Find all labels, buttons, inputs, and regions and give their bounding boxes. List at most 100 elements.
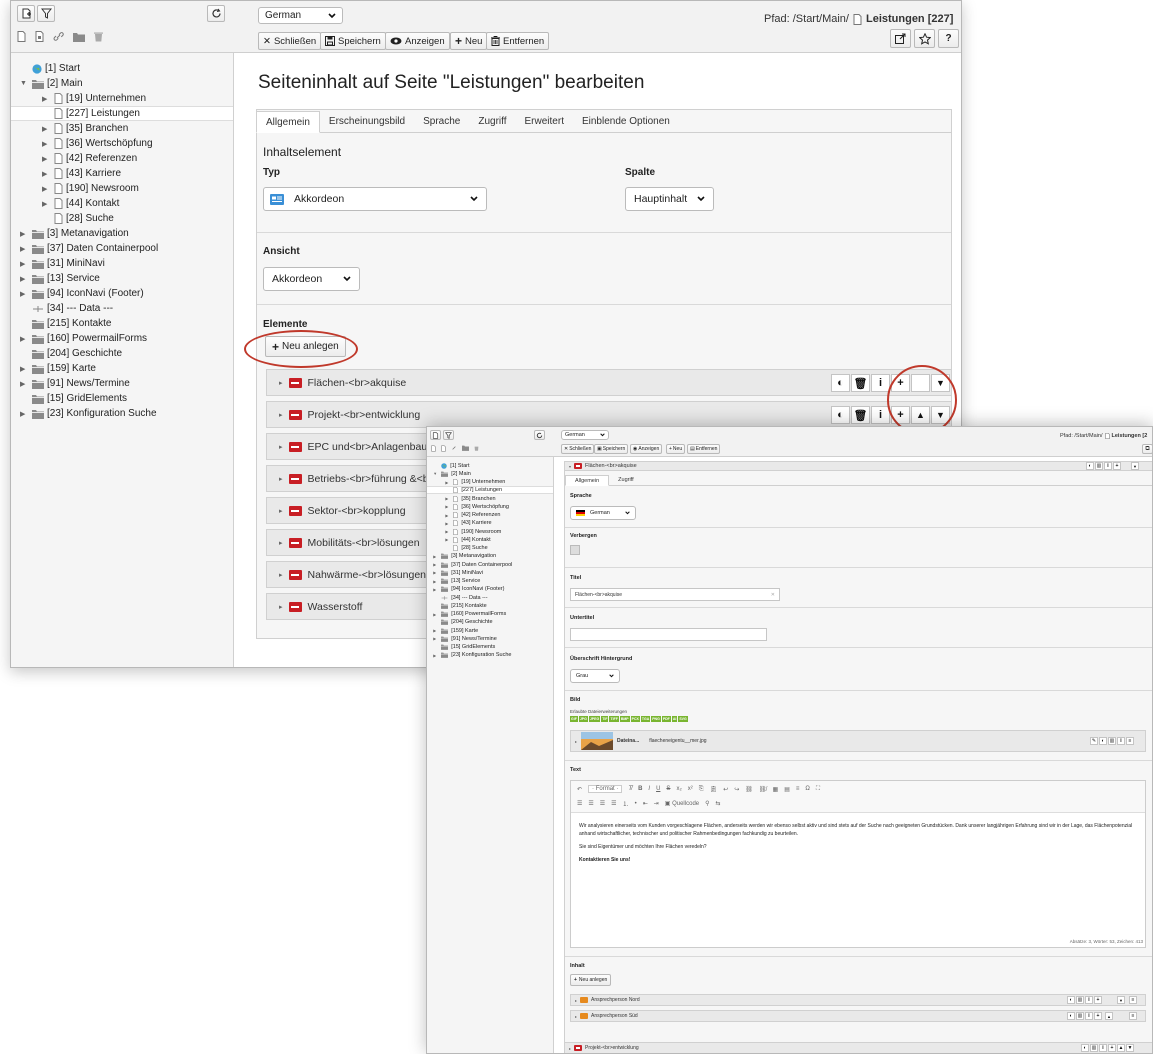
add-icon[interactable]: + xyxy=(1113,462,1121,470)
tree-node[interactable]: ▼ [2] Main xyxy=(430,470,471,478)
page-link-icon[interactable] xyxy=(451,445,457,451)
new-button[interactable]: + Neu xyxy=(666,444,686,454)
page-type-icon[interactable] xyxy=(17,31,26,42)
delete-button[interactable]: Entfernen xyxy=(486,32,550,50)
rte-link-icon[interactable]: ⛓︎ xyxy=(745,786,753,793)
tree-node[interactable]: ▶ [190] Newsroom xyxy=(430,527,501,535)
tree-toggle-icon[interactable]: ▶ xyxy=(42,170,51,178)
tree-node[interactable]: [15] GridElements xyxy=(17,391,127,406)
rte-align-center-icon[interactable]: ☰ xyxy=(588,800,593,807)
clear-icon[interactable]: ✕ xyxy=(771,592,775,598)
tree-toggle-icon[interactable]: ▶ xyxy=(42,95,51,103)
tree-node[interactable]: ▶ [19] Unternehmen xyxy=(430,478,505,486)
record-header[interactable]: ▾ Flächen-<br>akquise xyxy=(564,461,1152,471)
new-page-icon[interactable] xyxy=(430,430,441,440)
tree-node[interactable]: [1] Start xyxy=(17,61,80,76)
tree-toggle-icon[interactable]: ▶ xyxy=(445,537,450,542)
tree-toggle-icon[interactable]: ▶ xyxy=(433,653,438,658)
spalte-select[interactable]: Hauptinhalt xyxy=(625,187,714,211)
tree-node[interactable]: ▶ [190] Newsroom xyxy=(17,181,139,196)
tree-node[interactable]: ▶ [94] IconNavi (Footer) xyxy=(430,585,504,593)
delete-icon[interactable]: ▥ xyxy=(1108,737,1116,745)
tree-node[interactable]: ▶ [159] Karte xyxy=(17,361,96,376)
tree-toggle-icon[interactable]: ▶ xyxy=(433,628,438,633)
new-child-button[interactable]: + Neu anlegen xyxy=(570,974,612,986)
rte-ordered-list-icon[interactable]: ⒈ xyxy=(623,799,629,808)
tree-toggle-icon[interactable]: ▶ xyxy=(445,480,450,485)
rte-strike-icon[interactable]: S xyxy=(666,786,670,792)
rte-copy-icon[interactable]: ⎘ xyxy=(699,786,704,793)
rte-undo-icon[interactable]: ↶ xyxy=(577,786,582,793)
tab-einblende-optionen[interactable]: Einblende Optionen xyxy=(573,111,679,132)
tree-toggle-icon[interactable]: ▶ xyxy=(42,200,51,208)
folder-icon[interactable] xyxy=(73,32,85,42)
tree-toggle-icon[interactable]: ▶ xyxy=(20,245,29,253)
add-icon[interactable]: + xyxy=(1108,1044,1116,1052)
tree-toggle-icon[interactable]: ▶ xyxy=(445,521,450,526)
delete-icon[interactable]: 🗑︎ xyxy=(851,374,870,392)
hide-toggle-icon[interactable]: ◐ xyxy=(1067,996,1075,1004)
new-page-icon[interactable] xyxy=(17,5,35,22)
move-down-icon[interactable]: ▼ xyxy=(1131,462,1139,470)
ansicht-select[interactable]: Akkordeon xyxy=(263,267,360,291)
tree-node[interactable]: ▶ [35] Branchen xyxy=(17,121,128,136)
tab-zugriff[interactable]: Zugriff xyxy=(609,475,643,485)
tree-toggle-icon[interactable]: ▶ xyxy=(42,140,51,148)
titel-input[interactable]: Flächen-<br>akquise ✕ xyxy=(570,588,780,601)
rte-align-left-icon[interactable]: ☰ xyxy=(577,800,582,807)
page-shortcut-icon[interactable] xyxy=(35,31,44,42)
rte-image-icon[interactable]: ▦ xyxy=(773,786,779,793)
tree-node[interactable]: ▶ [160] PowermailForms xyxy=(17,331,147,346)
folder-icon[interactable] xyxy=(462,445,469,451)
tree-node[interactable]: ▶ [43] Karriere xyxy=(17,166,121,181)
drag-handle-icon[interactable]: ≡ xyxy=(1126,737,1134,745)
tab-sprache[interactable]: Sprache xyxy=(414,111,469,132)
untertitel-input[interactable] xyxy=(570,628,767,641)
tab-erscheinungsbild[interactable]: Erscheinungsbild xyxy=(320,111,414,132)
rte-source-button[interactable]: ▣ Quellcode xyxy=(665,800,699,807)
verbergen-checkbox[interactable] xyxy=(570,545,580,555)
delete-icon[interactable]: ▥ xyxy=(1090,1044,1098,1052)
tree-node[interactable]: [1] Start xyxy=(430,461,470,469)
filter-icon[interactable] xyxy=(443,430,454,440)
info-icon[interactable]: i xyxy=(1104,462,1112,470)
tree-node[interactable]: ▶ [44] Kontakt xyxy=(17,196,119,211)
tree-node[interactable]: [28] Suche xyxy=(430,544,488,552)
hide-toggle-icon[interactable]: ◐ xyxy=(1099,737,1107,745)
tree-node[interactable]: ▶ [160] PowermailForms xyxy=(430,610,506,618)
tree-node[interactable]: ▶ [36] Wertschöpfung xyxy=(17,136,153,151)
tree-toggle-icon[interactable]: ▶ xyxy=(20,275,29,283)
tree-node[interactable]: ▶ [36] Wertschöpfung xyxy=(430,503,509,511)
close-button[interactable]: ✕ Schließen xyxy=(258,32,322,50)
tree-toggle-icon[interactable]: ▶ xyxy=(445,504,450,509)
tree-node[interactable]: [227] Leistungen xyxy=(11,106,233,121)
move-up-icon[interactable]: ▲ xyxy=(1117,1044,1125,1052)
tree-node[interactable]: ▶ [23] Konfiguration Suche xyxy=(430,651,511,659)
rte-superscript-icon[interactable]: x² xyxy=(688,786,693,792)
open-new-window-button[interactable]: ⧉ xyxy=(1142,444,1152,454)
tree-node[interactable]: [34] --- Data --- xyxy=(430,593,488,601)
tree-node[interactable]: ▶ [91] News/Termine xyxy=(430,635,496,643)
tree-node[interactable]: ▶ [43] Karriere xyxy=(430,519,492,527)
delete-icon[interactable]: ▥ xyxy=(1076,1012,1084,1020)
rte-content[interactable]: Wir analysieren einerseits vom Kunden vo… xyxy=(579,822,1139,864)
view-button[interactable]: ◉ Anzeigen xyxy=(630,444,663,454)
tree-node[interactable]: ▶ [94] IconNavi (Footer) xyxy=(17,286,144,301)
rte-redo-icon[interactable]: ↪ xyxy=(734,786,739,793)
trash-icon[interactable] xyxy=(94,31,103,42)
tree-toggle-icon[interactable]: ▼ xyxy=(20,80,29,87)
delete-icon[interactable]: ▥ xyxy=(1076,996,1084,1004)
typ-select[interactable]: Akkordeon xyxy=(263,187,487,211)
refresh-icon[interactable] xyxy=(207,5,225,22)
tree-toggle-icon[interactable]: ▶ xyxy=(445,529,450,534)
info-icon[interactable]: i xyxy=(1085,996,1093,1004)
sprache-select[interactable]: German xyxy=(570,506,636,520)
tree-node[interactable]: ▶ [13] Service xyxy=(17,271,100,286)
filter-icon[interactable] xyxy=(37,5,55,22)
delete-button[interactable]: ▤ Entfernen xyxy=(687,444,721,454)
tree-node[interactable]: ▶ [31] MiniNavi xyxy=(430,569,483,577)
page-shortcut-icon[interactable] xyxy=(441,445,446,452)
tree-toggle-icon[interactable]: ▶ xyxy=(42,185,51,193)
tree-toggle-icon[interactable]: ▶ xyxy=(42,125,51,133)
add-icon[interactable]: + xyxy=(1094,996,1102,1004)
